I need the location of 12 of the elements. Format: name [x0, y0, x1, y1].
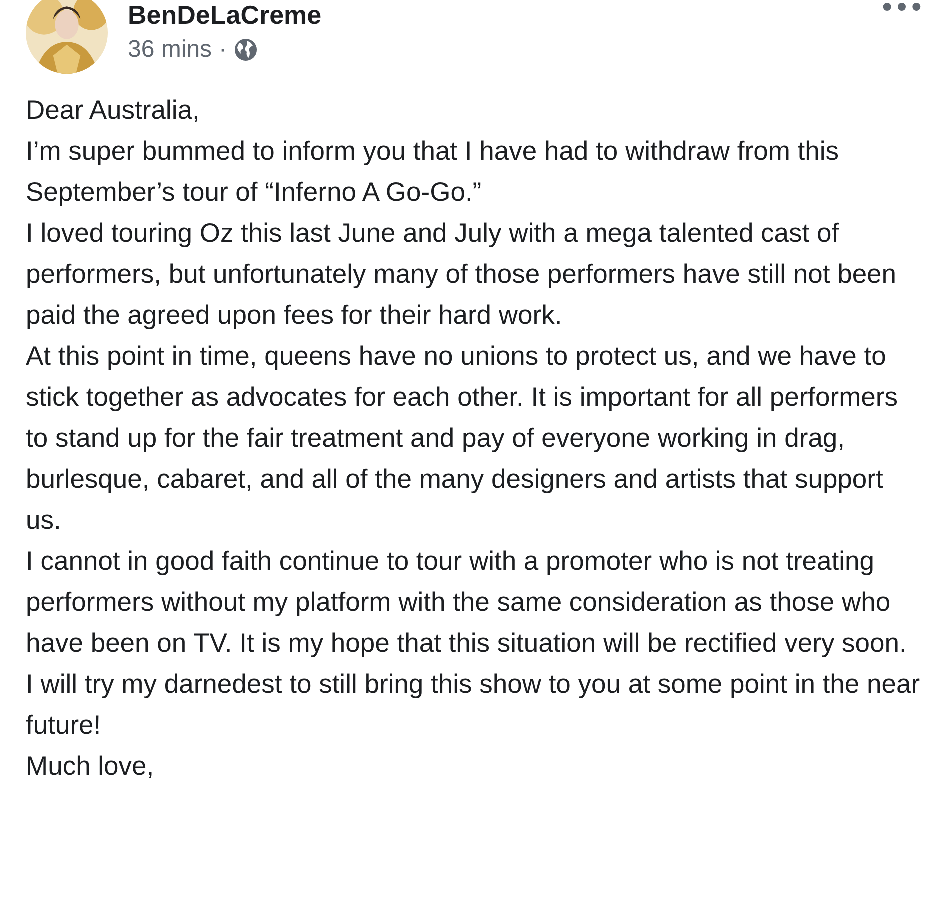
post-text: I loved touring Oz this last June and July with a mega talented cast of performers, but unfortunately many of those performers have still not been paid the agreed upon fees for their hard work.: [26, 217, 898, 332]
author-name[interactable]: BenDeLaCreme: [128, 0, 322, 30]
post-text: I’m super bummed to inform you that I have had to withdraw from this September’s tour of “Inferno A Go-Go.”: [26, 135, 840, 209]
post-text: Much love,: [26, 750, 156, 783]
post-time[interactable]: 36 mins: [128, 36, 212, 64]
globe-icon: [234, 38, 258, 62]
post-text: I cannot in good faith continue to tour with a promoter who is not treating performers without my platform with the same consideration as those who have been on TV. It is my hope that this situation will be rectified very soon.: [26, 545, 908, 660]
post-text: I will try my darnedest to still bring this show to you at some point in the near future!: [26, 668, 922, 742]
more-options-icon[interactable]: [882, 2, 922, 12]
post-text: At this point in time, queens have no unions to protect us, and we have to stick together as advocates for each other. It is important for all performers to stand up for the fair treatment and pay of everyone working in drag, burlesque, cabaret, and all of the many designers and artists that support us.: [26, 340, 899, 537]
separator-dot: ·: [219, 36, 228, 64]
post-text: Dear Australia,: [26, 94, 201, 127]
